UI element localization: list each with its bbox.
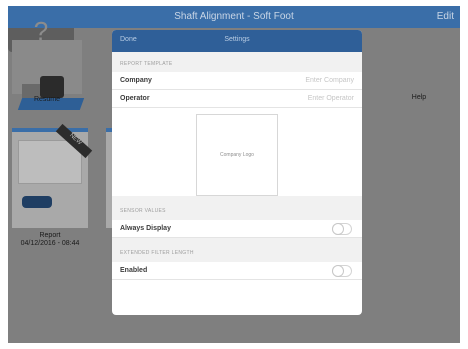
modal-header: Done Settings [112,30,362,52]
always-display-toggle[interactable] [332,223,352,235]
company-row[interactable]: Company Enter Company [112,72,362,90]
company-logo-label: Company Logo [220,152,254,158]
settings-modal: Done Settings REPORT TEMPLATE Company En… [112,30,362,315]
operator-field[interactable]: Enter Operator [308,95,354,102]
logo-area: Company Logo [112,108,362,196]
resume-tile[interactable] [12,40,85,110]
company-logo-box[interactable]: Company Logo [196,114,278,196]
enabled-row: Enabled [112,262,362,280]
toggle-knob [333,224,343,234]
app-title: Shaft Alignment - Soft Foot [174,11,294,22]
always-display-label: Always Display [120,225,171,232]
help-label: Help [411,94,427,101]
report-template-header: REPORT TEMPLATE [112,52,362,72]
sensor-values-header: SENSOR VALUES [120,208,166,214]
machine-icon-motor [40,76,64,98]
report-machine-icon [22,196,52,208]
extended-header-wrap: EXTENDED FILTER LENGTH [112,238,362,262]
report-card[interactable]: NEW [12,123,93,228]
help-icon: ? [33,16,49,46]
report-label: Report [39,232,61,239]
modal-title: Settings [224,36,250,43]
app-top-bar: Shaft Alignment - Soft Foot Edit [8,6,460,28]
company-label: Company [120,77,152,84]
company-field[interactable]: Enter Company [305,77,354,84]
operator-row[interactable]: Operator Enter Operator [112,90,362,108]
edit-button[interactable]: Edit [437,11,454,22]
extended-filter-header: EXTENDED FILTER LENGTH [120,250,194,256]
always-display-row: Always Display [112,220,362,238]
enabled-label: Enabled [120,267,148,274]
toggle-knob [333,266,343,276]
enabled-toggle[interactable] [332,265,352,277]
resume-label: Resume [33,96,61,103]
report-date: 04/12/2016 - 08:44 [20,240,80,247]
sensor-values-header-wrap: SENSOR VALUES [112,196,362,220]
operator-label: Operator [120,95,150,102]
